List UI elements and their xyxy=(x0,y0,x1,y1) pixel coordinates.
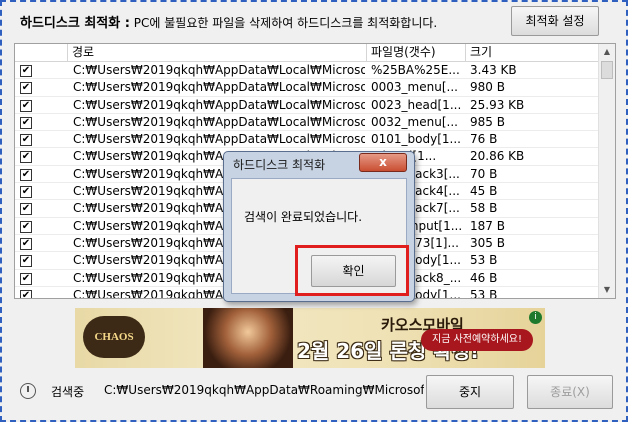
row-path: C:₩Users₩2019qkqh₩AppData₩Local₩Microsof… xyxy=(73,132,365,147)
row-size: 20.86 KB xyxy=(470,149,525,164)
banner-cta-button[interactable]: 지금 사전예약하세요! xyxy=(421,329,533,351)
row-filename: 0023_head[1... xyxy=(371,97,462,112)
row-path: C:₩Users₩2019qkqh₩AppData₩Local₩Microsof… xyxy=(73,80,365,95)
row-checkbox-cell[interactable]: ✔ xyxy=(20,114,34,131)
row-checkbox-cell[interactable]: ✔ xyxy=(20,287,34,298)
row-checkbox[interactable]: ✔ xyxy=(20,186,32,199)
row-checkbox-cell[interactable]: ✔ xyxy=(20,252,34,269)
row-size: 53 B xyxy=(470,253,498,268)
row-checkbox-cell[interactable]: ✔ xyxy=(20,148,34,165)
row-checkbox[interactable]: ✔ xyxy=(20,220,32,233)
row-size: 46 B xyxy=(470,270,498,285)
chaos-mobile-logo: CHAOS MOBILE xyxy=(83,316,145,358)
row-checkbox-cell[interactable]: ✔ xyxy=(20,62,34,79)
info-icon[interactable]: i xyxy=(529,311,542,324)
dialog-titlebar[interactable]: 하드디스크 최적화 x xyxy=(224,152,414,176)
row-checkbox[interactable]: ✔ xyxy=(20,237,32,250)
ad-banner[interactable]: CHAOS MOBILE 카오스모바일 2월 26일 론칭 확정! 지금 사전예… xyxy=(75,308,545,368)
table-header: 경로 파일명(갯수) 크기 xyxy=(15,44,599,62)
row-size: 985 B xyxy=(470,114,505,129)
row-size: 58 B xyxy=(470,201,498,216)
row-checkbox[interactable]: ✔ xyxy=(20,289,32,298)
row-checkbox[interactable]: ✔ xyxy=(20,65,32,77)
row-size: 305 B xyxy=(470,235,505,250)
row-size: 70 B xyxy=(470,166,498,181)
optimize-settings-button[interactable]: 최적화 설정 xyxy=(511,6,599,36)
row-size: 53 B xyxy=(470,287,498,299)
row-checkbox-cell[interactable]: ✔ xyxy=(20,183,34,200)
row-size: 187 B xyxy=(470,218,505,233)
row-checkbox[interactable]: ✔ xyxy=(20,272,32,285)
row-size: 45 B xyxy=(470,184,498,199)
row-checkbox-cell[interactable]: ✔ xyxy=(20,131,34,148)
page-title: 하드디스크 최적화 : xyxy=(20,16,130,31)
row-filename: 0003_menu[... xyxy=(371,80,458,95)
close-icon[interactable]: x xyxy=(359,153,407,172)
row-checkbox[interactable]: ✔ xyxy=(20,134,32,147)
dialog-title: 하드디스크 최적화 xyxy=(233,158,326,172)
row-checkbox[interactable]: ✔ xyxy=(20,151,32,164)
row-size: 76 B xyxy=(470,132,498,147)
row-checkbox[interactable]: ✔ xyxy=(20,168,32,181)
vertical-scrollbar[interactable]: ▲ ▼ xyxy=(598,44,615,298)
column-header-check[interactable] xyxy=(15,44,68,62)
row-checkbox[interactable]: ✔ xyxy=(20,116,32,129)
dialog-message: 검색이 완료되었습니다. xyxy=(244,210,363,224)
clock-icon xyxy=(20,383,36,399)
row-checkbox[interactable]: ✔ xyxy=(20,99,32,112)
table-row[interactable]: ✔ C:₩Users₩2019qkqh₩AppData₩Local₩Microso… xyxy=(15,97,599,114)
stop-button[interactable]: 중지 xyxy=(426,375,514,409)
end-button[interactable]: 종료(X) xyxy=(527,375,613,409)
table-row[interactable]: ✔ C:₩Users₩2019qkqh₩AppData₩Local₩Microso… xyxy=(15,114,599,132)
row-checkbox-cell[interactable]: ✔ xyxy=(20,200,34,217)
row-checkbox-cell[interactable]: ✔ xyxy=(20,166,34,183)
current-scan-path: C:₩Users₩2019qkqh₩AppData₩Roaming₩Micros… xyxy=(104,383,424,397)
row-path: C:₩Users₩2019qkqh₩AppData₩Local₩Microsof… xyxy=(73,114,365,129)
table-row[interactable]: ✔ C:₩Users₩2019qkqh₩AppData₩Local₩Microso… xyxy=(15,131,599,149)
row-filename: 0032_menu[... xyxy=(371,114,458,129)
row-size: 3.43 KB xyxy=(470,63,517,77)
row-checkbox-cell[interactable]: ✔ xyxy=(20,79,34,96)
row-path: C:₩Users₩2019qkqh₩AppData₩Local₩Microsof… xyxy=(73,97,365,112)
character-illustration xyxy=(203,308,293,368)
row-checkbox[interactable]: ✔ xyxy=(20,203,32,216)
row-checkbox[interactable]: ✔ xyxy=(20,255,32,268)
status-bar: 검색중 C:₩Users₩2019qkqh₩AppData₩Roaming₩Mi… xyxy=(20,380,430,402)
column-header-size[interactable]: 크기 xyxy=(466,44,599,62)
row-size: 980 B xyxy=(470,80,505,95)
scroll-down-icon[interactable]: ▼ xyxy=(599,282,615,298)
column-header-filename[interactable]: 파일명(갯수) xyxy=(367,44,466,62)
row-checkbox-cell[interactable]: ✔ xyxy=(20,235,34,252)
header: 하드디스크 최적화 : PC에 불필요한 파일을 삭제하여 하드디스크를 최적화… xyxy=(20,12,437,32)
row-size: 25.93 KB xyxy=(470,97,525,112)
row-checkbox[interactable]: ✔ xyxy=(20,82,32,95)
page-description: PC에 불필요한 파일을 삭제하여 하드디스크를 최적화합니다. xyxy=(133,16,438,30)
scroll-thumb[interactable] xyxy=(601,61,613,79)
app-window: 하드디스크 최적화 : PC에 불필요한 파일을 삭제하여 하드디스크를 최적화… xyxy=(0,0,628,422)
row-filename: 0101_body[1... xyxy=(371,132,461,147)
table-row[interactable]: ✔ C:₩Users₩2019qkqh₩AppData₩Local₩Microso… xyxy=(15,79,599,97)
row-checkbox-cell[interactable]: ✔ xyxy=(20,270,34,287)
scroll-up-icon[interactable]: ▲ xyxy=(599,44,615,60)
row-path: C:₩Users₩2019qkqh₩AppData₩Local₩Microsof… xyxy=(73,63,365,77)
status-label: 검색중 xyxy=(51,385,85,399)
confirm-button[interactable]: 확인 xyxy=(311,255,396,287)
column-header-path[interactable]: 경로 xyxy=(68,44,367,62)
row-checkbox-cell[interactable]: ✔ xyxy=(20,218,34,235)
row-checkbox-cell[interactable]: ✔ xyxy=(20,97,34,114)
row-filename: %25BA%25E... xyxy=(371,63,460,77)
table-row[interactable]: ✔ C:₩Users₩2019qkqh₩AppData₩Local₩Microso… xyxy=(15,62,599,80)
